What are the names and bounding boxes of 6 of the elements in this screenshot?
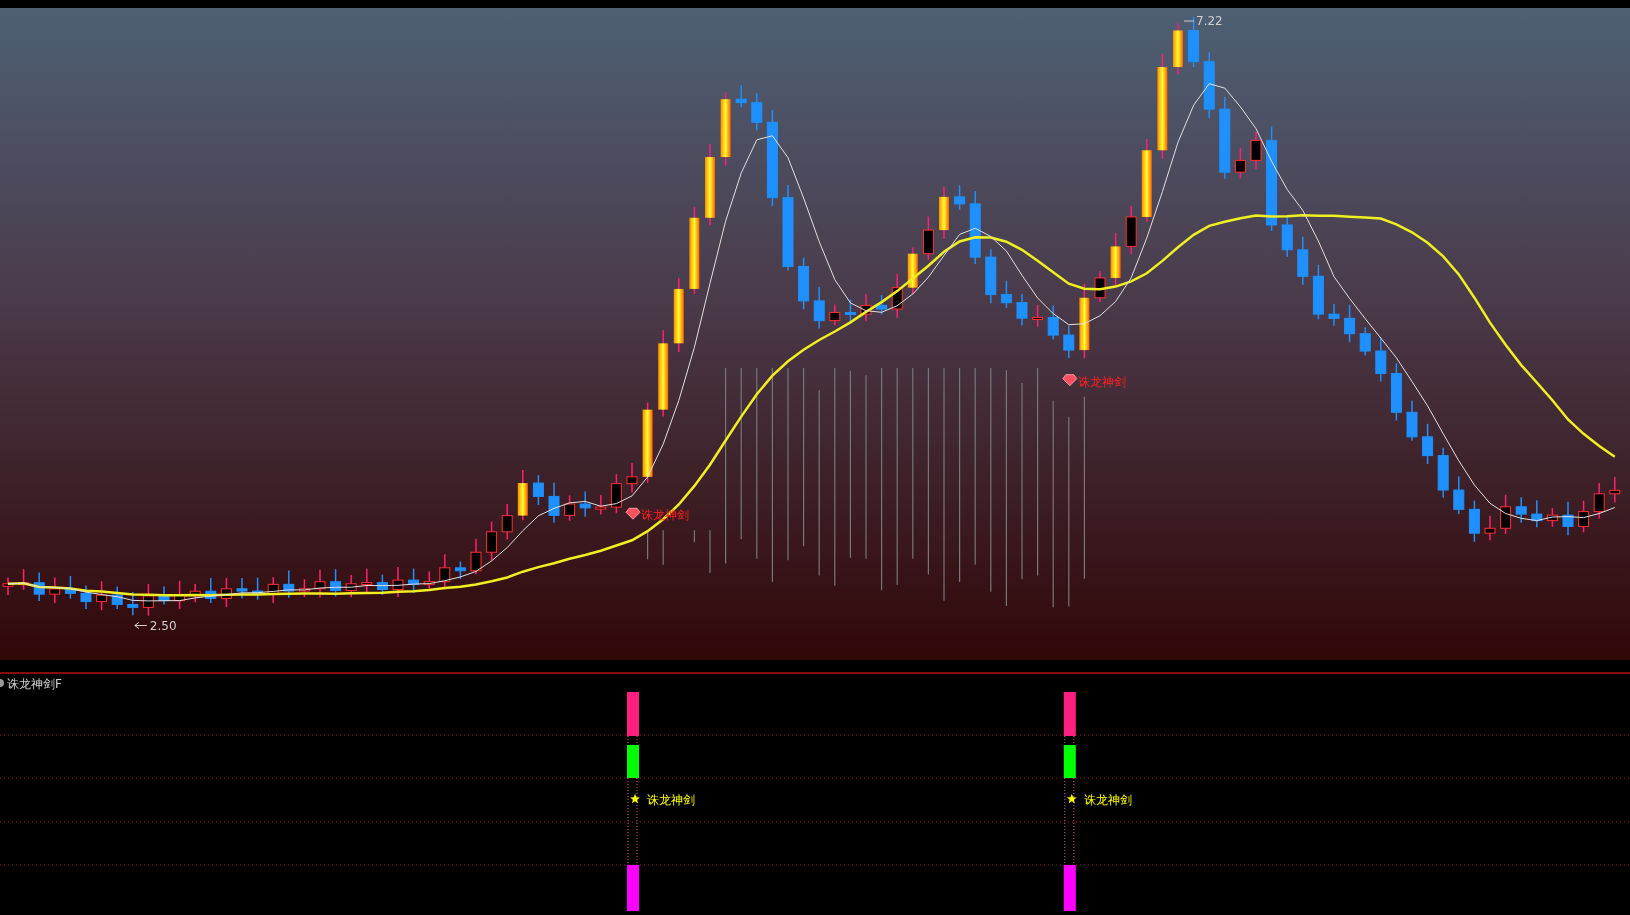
signal-label: 诛龙神剑 <box>647 793 695 807</box>
panel-title: 诛龙神剑F <box>7 677 62 691</box>
signal-label: 诛龙神剑 <box>1077 374 1126 389</box>
signal-label: 诛龙神剑 <box>1083 793 1132 807</box>
price-label: 2.50 <box>149 618 177 633</box>
price-label: 7.22 <box>1196 14 1223 28</box>
